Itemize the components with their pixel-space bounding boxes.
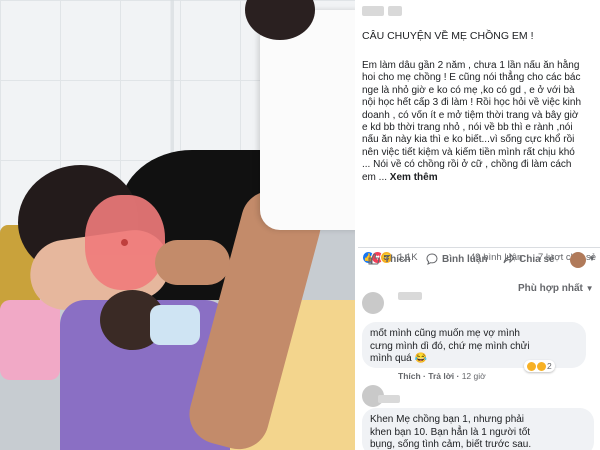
sad-reaction-icon [527, 361, 536, 371]
photo-baby-cloth [150, 305, 200, 345]
see-more-link[interactable]: Xem thêm [390, 172, 438, 183]
comment-1-react-count: 2 [547, 361, 552, 371]
photo-man-hand [155, 240, 230, 285]
post-photo[interactable] [0, 0, 355, 450]
photo-face-blur [85, 195, 165, 290]
comment-button[interactable]: Bình luận [426, 253, 488, 265]
author-meta-blur [388, 6, 402, 16]
comment-1-avatar[interactable] [362, 292, 384, 314]
haha-reaction-icon [537, 361, 546, 371]
post-body-text: Em làm dâu gần 2 năm , chưa 1 lần nấu ăn… [362, 60, 582, 183]
share-label: Chia sẻ [519, 253, 555, 265]
share-icon [503, 253, 515, 264]
post-body: Em làm dâu gần 2 năm , chưa 1 lần nấu ăn… [362, 60, 598, 184]
comment-icon [426, 253, 438, 265]
comment-1-reply-link[interactable]: Trả lời [428, 371, 454, 381]
author-name-blur [362, 6, 384, 16]
comment-sort-dropdown[interactable]: Phù hợp nhất ▼ [518, 283, 594, 294]
comment-label: Bình luận [442, 253, 488, 265]
comment-1-time[interactable]: 12 giờ [462, 371, 486, 381]
comment-1-like-link[interactable]: Thích [398, 371, 421, 381]
photo-man-shirt [260, 10, 355, 230]
thumbs-up-icon [368, 253, 380, 265]
like-label: Thích [384, 253, 411, 265]
photo-pink-cloth [0, 300, 60, 380]
like-button[interactable]: Thích [368, 253, 411, 265]
viewer-avatar[interactable] [570, 252, 586, 268]
comment-1-meta: Thích · Trả lời · 12 giờ [398, 371, 486, 381]
post-title: CÂU CHUYỆN VỀ MẸ CHỒNG EM ! [362, 30, 534, 42]
comment-2-bubble: Khen Mẹ chồng bạn 1, nhưng phải khen bạn… [362, 408, 594, 450]
share-button[interactable]: Chia sẻ [503, 253, 555, 265]
sort-label: Phù hợp nhất [518, 283, 583, 294]
facebook-post: CÂU CHUYỆN VỀ MẸ CHỒNG EM ! Em làm dâu g… [358, 0, 600, 450]
action-bar: Thích Bình luận Chia sẻ ▼ [358, 247, 600, 273]
comment-2-author-blur [378, 395, 400, 403]
sort-caret-icon: ▼ [585, 284, 594, 293]
chevron-down-icon[interactable]: ▼ [588, 254, 596, 263]
comment-1-author-blur [398, 292, 422, 300]
comment-1-reactions[interactable]: 2 [524, 360, 555, 372]
comment-2-text: Khen Mẹ chồng bạn 1, nhưng phải khen bạn… [370, 414, 532, 450]
